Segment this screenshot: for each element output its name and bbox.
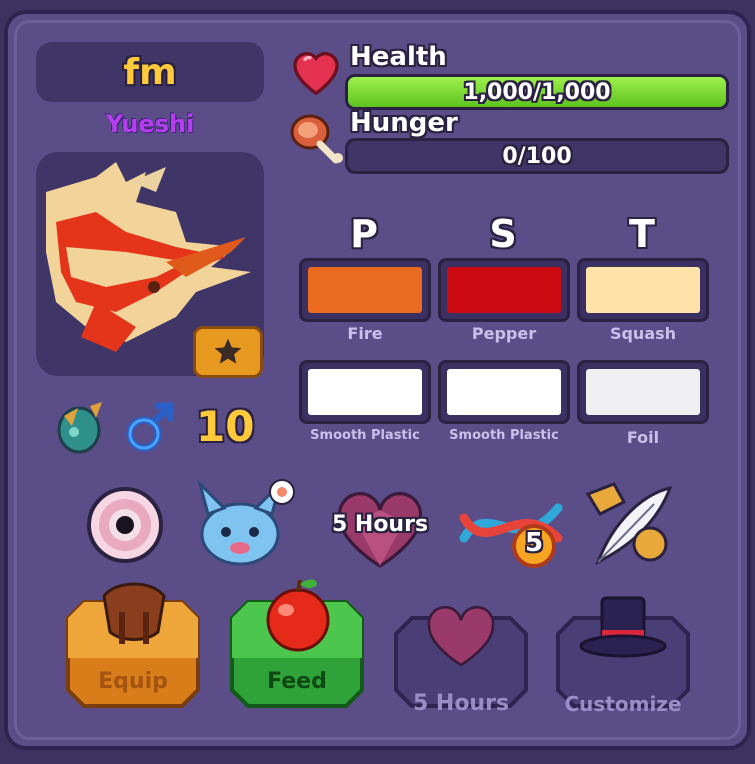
male-gender-icon: [126, 402, 174, 452]
love-heart-button-icon: [427, 605, 495, 667]
swatch-material: [447, 369, 561, 415]
swatch-color: [586, 267, 700, 313]
customize-button[interactable]: Customize: [556, 596, 690, 722]
secondary-color-label: Pepper: [471, 324, 537, 343]
secondary-color-swatch[interactable]: [438, 258, 570, 322]
hunger-value: 0/100: [502, 143, 572, 169]
pet-name-box[interactable]: fm: [36, 42, 264, 102]
swatch-material: [308, 369, 422, 415]
saddle-icon: [102, 582, 166, 644]
dragon-egg-icon: [57, 402, 102, 454]
swatch-color: [447, 267, 561, 313]
tertiary-color-label: Squash: [609, 324, 677, 343]
swatch-color: [308, 267, 422, 313]
health-value: 1,000/1,000: [463, 79, 611, 105]
primary-material-label: Smooth Plastic: [310, 428, 420, 443]
equip-button[interactable]: Equip: [66, 582, 200, 708]
love-timer-text: 5 Hours: [331, 512, 429, 537]
primary-material-swatch[interactable]: [299, 360, 431, 424]
primary-color-label: Fire: [347, 324, 383, 343]
secondary-material-label: Smooth Plastic: [449, 428, 559, 443]
equip-label: Equip: [98, 669, 168, 694]
customize-label: Customize: [564, 692, 682, 716]
secondary-material-swatch[interactable]: [438, 360, 570, 424]
letter-secondary: S: [489, 212, 517, 256]
love-timer-button[interactable]: 5 Hours: [394, 605, 528, 722]
meat-icon: [290, 114, 343, 164]
dna-count: 5: [524, 528, 544, 558]
love-timer-label: 5 Hours: [412, 691, 510, 716]
star-icon: [214, 338, 242, 364]
tertiary-material-label: Foil: [626, 428, 660, 447]
feed-label: Feed: [267, 669, 327, 694]
quill-icon[interactable]: [584, 480, 676, 572]
pet-level: 10: [196, 402, 255, 451]
hunger-bar: 0/100: [345, 138, 729, 174]
tertiary-material-swatch[interactable]: [577, 360, 709, 424]
top-hat-icon: [579, 596, 667, 658]
personality-pet-icon[interactable]: [194, 478, 298, 570]
pet-species: Yueshi: [105, 110, 195, 138]
eye-icon[interactable]: [84, 484, 166, 566]
favorite-star-button[interactable]: [193, 326, 263, 378]
pet-name: fm: [123, 51, 177, 93]
heart-icon: [293, 52, 339, 96]
swatch-material: [586, 369, 700, 415]
tertiary-color-swatch[interactable]: [577, 258, 709, 322]
letter-primary: P: [350, 212, 378, 256]
health-label: Health: [350, 42, 447, 72]
feed-button[interactable]: Feed: [230, 579, 364, 708]
letter-tertiary: T: [629, 212, 655, 256]
primary-color-swatch[interactable]: [299, 258, 431, 322]
hunger-label: Hunger: [350, 108, 458, 138]
health-bar: 1,000/1,000: [345, 74, 729, 110]
apple-icon: [266, 579, 330, 652]
